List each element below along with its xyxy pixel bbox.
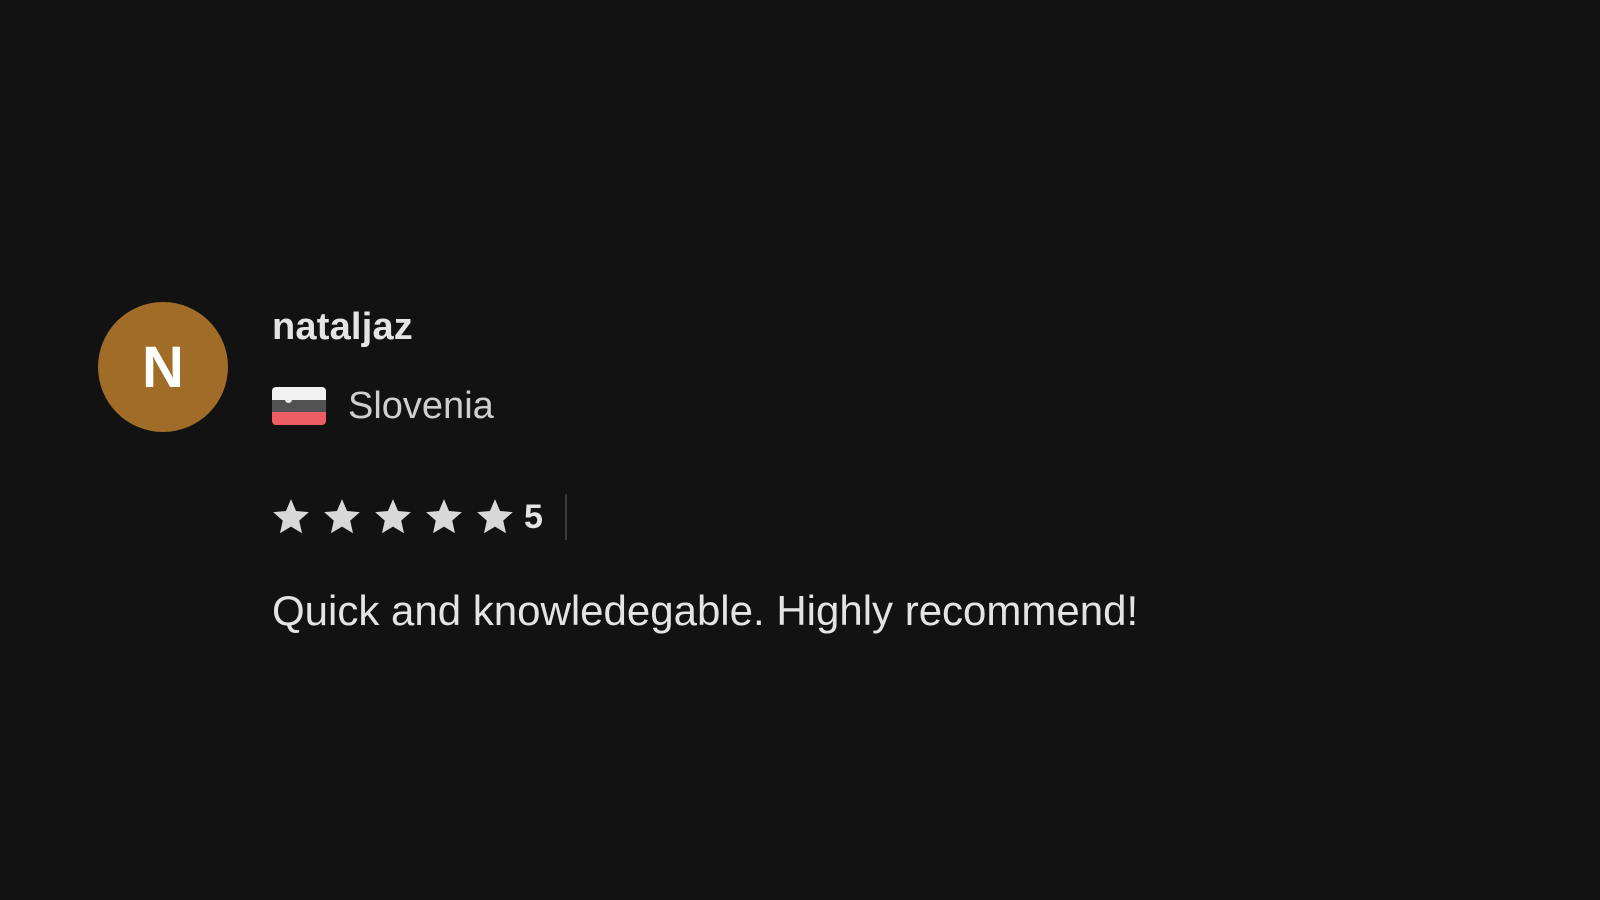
star-icon [423, 496, 465, 538]
star-icon [321, 496, 363, 538]
avatar: N [98, 302, 228, 432]
rating-stars [270, 496, 524, 538]
rating: 5 [270, 494, 567, 540]
rating-divider [564, 494, 567, 540]
slovenia-flag-icon [272, 387, 326, 425]
rating-score: 5 [524, 498, 543, 536]
star-icon [270, 496, 312, 538]
review-card: N nataljaz Slovenia 5 Quick and knowlede… [98, 302, 1298, 662]
reviewer-location: Slovenia [272, 387, 494, 425]
avatar-initial: N [142, 334, 184, 400]
reviewer-country: Slovenia [348, 385, 494, 427]
review-text: Quick and knowledegable. Highly recommen… [272, 587, 1139, 634]
star-icon [372, 496, 414, 538]
reviewer-name: nataljaz [272, 306, 413, 348]
star-icon [474, 496, 516, 538]
